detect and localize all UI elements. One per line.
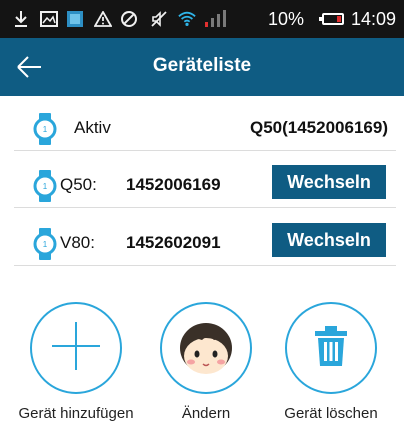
app-icon bbox=[66, 10, 84, 28]
add-device-label: Gerät hinzufügen bbox=[18, 405, 134, 422]
device-model: V80: bbox=[60, 233, 95, 252]
page-title: Geräteliste bbox=[152, 55, 252, 76]
sync-icon bbox=[120, 10, 138, 28]
device-row: 1 Q50: 1452006169 Wechseln bbox=[14, 160, 396, 208]
device-row: 1 V80: 1452602091 Wechseln bbox=[14, 218, 396, 266]
delete-device-label: Gerät löschen bbox=[284, 405, 378, 422]
watch-icon: 1 bbox=[32, 228, 58, 260]
device-id: 1452602091 bbox=[126, 233, 221, 252]
status-time: 14:09 bbox=[351, 9, 397, 29]
switch-device-button[interactable]: Wechseln bbox=[272, 223, 386, 257]
add-device-button[interactable] bbox=[30, 302, 122, 394]
divider bbox=[14, 207, 396, 208]
image-icon bbox=[40, 10, 58, 28]
divider bbox=[14, 265, 396, 266]
svg-text:1: 1 bbox=[43, 240, 48, 249]
alert-icon bbox=[94, 10, 112, 28]
app-bar: Geräteliste bbox=[0, 38, 404, 96]
signal-icon bbox=[204, 10, 228, 28]
download-icon bbox=[12, 10, 30, 28]
device-id: 1452006169 bbox=[126, 175, 221, 194]
edit-device-button[interactable] bbox=[160, 302, 252, 394]
wifi-icon bbox=[178, 10, 196, 28]
active-device-row: 1 Aktiv Q50(1452006169) bbox=[14, 103, 396, 151]
delete-device-button[interactable] bbox=[285, 302, 377, 394]
watch-icon: 1 bbox=[32, 113, 58, 145]
switch-device-button[interactable]: Wechseln bbox=[272, 165, 386, 199]
watch-icon: 1 bbox=[32, 170, 58, 202]
avatar-icon bbox=[174, 314, 238, 383]
mute-icon bbox=[150, 10, 168, 28]
plus-icon bbox=[49, 319, 103, 378]
status-bar: 10% 14:09 bbox=[0, 0, 404, 38]
battery-icon bbox=[319, 13, 344, 25]
battery-percent: 10% bbox=[268, 9, 305, 29]
trash-icon bbox=[311, 324, 351, 373]
active-device-value: Q50(1452006169) bbox=[249, 118, 388, 137]
svg-text:1: 1 bbox=[43, 182, 48, 191]
active-label: Aktiv bbox=[74, 118, 111, 137]
divider bbox=[14, 150, 396, 151]
svg-text:1: 1 bbox=[43, 125, 48, 134]
device-model: Q50: bbox=[60, 175, 97, 194]
